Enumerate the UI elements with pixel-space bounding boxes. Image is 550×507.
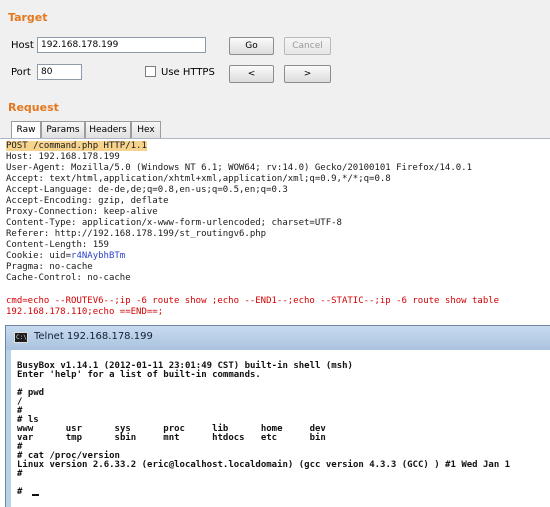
port-input[interactable] [37,64,82,80]
header-referer: Referer: http://192.168.178.199/st_routi… [6,229,267,239]
console-cursor [32,494,39,496]
console-line-prompt: # [17,469,23,479]
tab-raw[interactable]: Raw [11,121,41,139]
cookie-key: Cookie: uid= [6,251,72,261]
cancel-button[interactable]: Cancel [284,37,331,55]
host-input[interactable] [37,37,206,53]
request-line: POST /command.php HTTP/1.1 [6,141,147,151]
header-accept-language: Accept-Language: de-de,de;q=0.8,en-us;q=… [6,185,288,195]
telnet-title: Telnet 192.168.178.199 [34,331,153,342]
telnet-titlebar[interactable]: C:\ Telnet 192.168.178.199 [6,326,550,350]
cookie-value: r4NAybhBTm [71,251,126,261]
header-content-type: Content-Type: application/x-www-form-url… [6,218,342,228]
use-https-label: Use HTTPS [161,67,215,78]
use-https-checkbox[interactable] [145,66,156,77]
telnet-console[interactable]: BusyBox v1.14.1 (2012-01-11 23:01:49 CST… [11,350,550,507]
header-cookie: Cookie: uid=r4NAybhBTm [6,252,125,261]
console-icon: C:\ [14,332,28,343]
header-accept: Accept: text/html,application/xhtml+xml,… [6,174,391,184]
header-proxy-connection: Proxy-Connection: keep-alive [6,207,158,217]
telnet-window: C:\ Telnet 192.168.178.199 BusyBox v1.14… [5,325,550,507]
console-line-ls-output-2: var tmp sbin mnt htdocs etc bin [17,433,326,443]
console-line-prompt: # [17,487,23,497]
tab-hex[interactable]: Hex [131,121,161,138]
header-cache-control: Cache-Control: no-cache [6,273,131,283]
previous-button[interactable]: < [229,65,274,83]
console-line-version-output: Linux version 2.6.33.2 (eric@localhost.l… [17,460,511,470]
header-host: Host: 192.168.178.199 [6,152,120,162]
tab-headers[interactable]: Headers [85,121,131,138]
header-pragma: Pragma: no-cache [6,262,93,272]
go-button[interactable]: Go [229,37,274,55]
raw-request-editor[interactable]: POST /command.php HTTP/1.1 Host: 192.168… [0,138,550,325]
next-button[interactable]: > [284,65,331,83]
header-accept-encoding: Accept-Encoding: gzip, deflate [6,196,169,206]
request-body-line-2: 192.168.178.110;echo ==END==; [6,307,164,317]
header-user-agent: User-Agent: Mozilla/5.0 (Windows NT 6.1;… [6,163,472,173]
port-label: Port [11,67,31,78]
request-section-title: Request [8,101,59,114]
request-body-line-1: cmd=echo --ROUTEV6--;ip -6 route show ;e… [6,296,500,306]
console-line-help: Enter 'help' for a list of built-in comm… [17,370,261,380]
target-section-title: Target [8,11,48,24]
repeater-panel: Target Host Go Cancel Port Use HTTPS < >… [0,0,550,325]
tab-params[interactable]: Params [41,121,85,138]
header-content-length: Content-Length: 159 [6,240,109,250]
host-label: Host [11,40,34,51]
